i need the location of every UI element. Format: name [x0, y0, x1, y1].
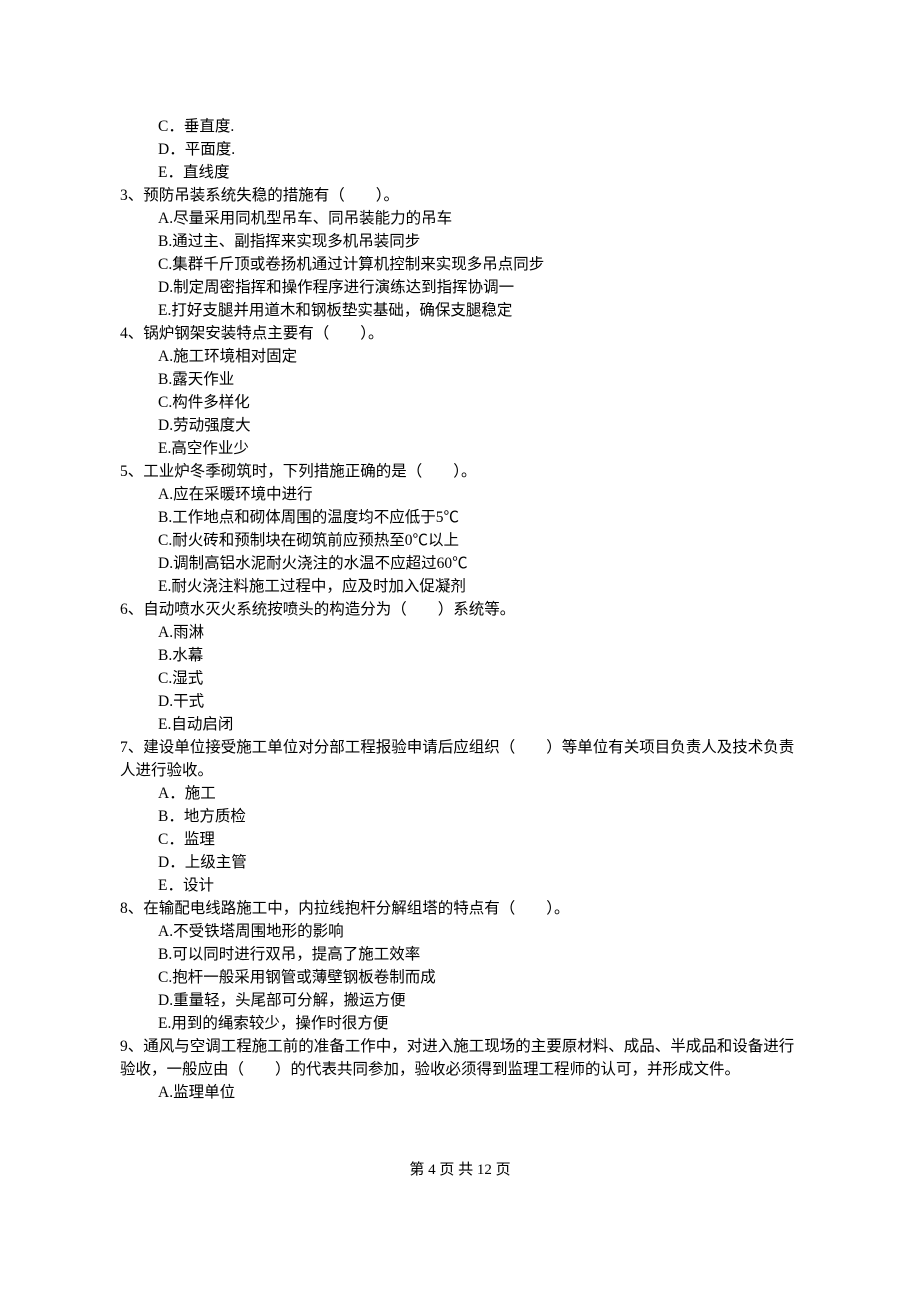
q5-option-b: B.工作地点和砌体周围的温度均不应低于5℃ — [120, 506, 800, 529]
q4-option-b: B.露天作业 — [120, 368, 800, 391]
q3-option-d: D.制定周密指挥和操作程序进行演练达到指挥协调一 — [120, 276, 800, 299]
q3-option-c: C.集群千斤顶或卷扬机通过计算机控制来实现多吊点同步 — [120, 253, 800, 276]
q4-option-e: E.高空作业少 — [120, 437, 800, 460]
q3-option-b: B.通过主、副指挥来实现多机吊装同步 — [120, 230, 800, 253]
q6-stem: 6、自动喷水灭火系统按喷头的构造分为（ ）系统等。 — [120, 598, 800, 621]
q7-option-e: E．设计 — [120, 874, 800, 897]
q3-stem: 3、预防吊装系统失稳的措施有（ ）。 — [120, 184, 800, 207]
q5-option-e: E.耐火浇注料施工过程中，应及时加入促凝剂 — [120, 575, 800, 598]
q2-option-e: E．直线度 — [120, 161, 800, 184]
q8-option-a: A.不受铁塔周围地形的影响 — [120, 920, 800, 943]
q7-stem: 7、建设单位接受施工单位对分部工程报验申请后应组织（ ）等单位有关项目负责人及技… — [120, 736, 800, 782]
q5-option-a: A.应在采暖环境中进行 — [120, 483, 800, 506]
q5-stem: 5、工业炉冬季砌筑时，下列措施正确的是（ ）。 — [120, 460, 800, 483]
q4-option-d: D.劳动强度大 — [120, 414, 800, 437]
q6-option-c: C.湿式 — [120, 667, 800, 690]
q3-option-e: E.打好支腿并用道木和钢板垫实基础，确保支腿稳定 — [120, 299, 800, 322]
q8-stem: 8、在输配电线路施工中，内拉线抱杆分解组塔的特点有（ ）。 — [120, 897, 800, 920]
q6-option-a: A.雨淋 — [120, 621, 800, 644]
q7-option-b: B．地方质检 — [120, 805, 800, 828]
q7-option-a: A．施工 — [120, 782, 800, 805]
q4-option-a: A.施工环境相对固定 — [120, 345, 800, 368]
q5-option-d: D.调制高铝水泥耐火浇注的水温不应超过60℃ — [120, 552, 800, 575]
q9-stem: 9、通风与空调工程施工前的准备工作中，对进入施工现场的主要原材料、成品、半成品和… — [120, 1035, 800, 1081]
q6-option-e: E.自动启闭 — [120, 713, 800, 736]
q9-option-a: A.监理单位 — [120, 1081, 800, 1104]
q7-option-c: C．监理 — [120, 828, 800, 851]
q6-option-b: B.水幕 — [120, 644, 800, 667]
q8-option-e: E.用到的绳索较少，操作时很方便 — [120, 1012, 800, 1035]
q2-option-c: C．垂直度. — [120, 115, 800, 138]
q7-option-d: D．上级主管 — [120, 851, 800, 874]
q8-option-d: D.重量轻，头尾部可分解，搬运方便 — [120, 989, 800, 1012]
q2-option-d: D．平面度. — [120, 138, 800, 161]
q4-option-c: C.构件多样化 — [120, 391, 800, 414]
q4-stem: 4、锅炉钢架安装特点主要有（ ）。 — [120, 322, 800, 345]
q6-option-d: D.干式 — [120, 690, 800, 713]
q8-option-c: C.抱杆一般采用钢管或薄壁钢板卷制而成 — [120, 966, 800, 989]
q8-option-b: B.可以同时进行双吊，提高了施工效率 — [120, 943, 800, 966]
q3-option-a: A.尽量采用同机型吊车、同吊装能力的吊车 — [120, 207, 800, 230]
document-page: C．垂直度. D．平面度. E．直线度 3、预防吊装系统失稳的措施有（ ）。 A… — [0, 0, 920, 1282]
page-footer: 第 4 页 共 12 页 — [120, 1104, 800, 1222]
q5-option-c: C.耐火砖和预制块在砌筑前应预热至0℃以上 — [120, 529, 800, 552]
